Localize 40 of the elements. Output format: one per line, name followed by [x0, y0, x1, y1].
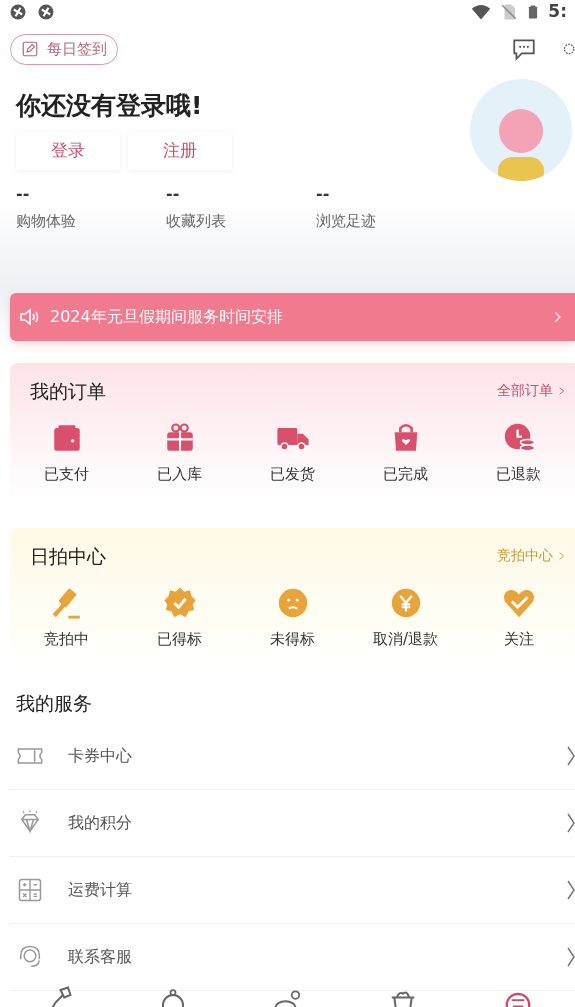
stat-label[interactable]: 浏览足迹	[316, 210, 466, 233]
login-button[interactable]: 登录	[16, 132, 120, 170]
calculator-icon	[16, 876, 44, 904]
shortcut-item[interactable]: 已入库	[123, 421, 236, 486]
chevron-right-icon	[567, 880, 575, 900]
section-title: 我的订单	[30, 378, 106, 404]
shortcut-item[interactable]: 已支付	[10, 421, 123, 486]
status-time: 5:	[548, 0, 567, 24]
shortcut-item[interactable]: 已发货	[236, 421, 349, 486]
section-title: 日拍中心	[30, 543, 106, 569]
register-button[interactable]: 注册	[128, 132, 232, 170]
shortcut-item[interactable]: 竞拍中	[10, 586, 123, 651]
stat-label[interactable]: 收藏列表	[166, 210, 316, 233]
message-icon[interactable]	[511, 36, 537, 63]
stat-value: --	[316, 186, 331, 202]
shortcut-item[interactable]: 已退款	[462, 421, 575, 486]
service-row[interactable]: 我的积分	[10, 790, 575, 857]
stat-label[interactable]: 购物体验	[16, 210, 166, 233]
stat-value: --	[166, 186, 181, 202]
service-row[interactable]: 卡券中心	[10, 723, 575, 790]
no-sim-icon	[500, 2, 519, 22]
shortcut-item[interactable]: 未得标	[236, 586, 349, 651]
check-in-button[interactable]: 每日签到	[10, 34, 118, 65]
chevron-right-icon	[567, 746, 575, 766]
chevron-right-icon	[567, 947, 575, 967]
shortcut-item[interactable]: 取消/退款	[349, 586, 462, 651]
service-row[interactable]: 联系客服	[10, 924, 575, 991]
wifi-icon	[470, 2, 493, 22]
badge-check-icon	[162, 586, 197, 620]
notice-text: 2024年元旦假期间服务时间安排	[50, 305, 284, 328]
shortcut-item[interactable]: 关注	[462, 586, 575, 651]
greeting-text: 你还没有登录哦!	[16, 89, 204, 122]
shortcut-item[interactable]: 已得标	[123, 586, 236, 651]
service-row[interactable]: 运费计算	[10, 857, 575, 924]
section-link[interactable]: 全部订单	[497, 380, 567, 402]
shortcut-item[interactable]: 已完成	[349, 421, 462, 486]
chevron-right-icon	[567, 813, 575, 833]
section-title: 我的服务	[15, 690, 93, 716]
stat-value: --	[16, 186, 31, 202]
edit-icon	[21, 40, 39, 59]
